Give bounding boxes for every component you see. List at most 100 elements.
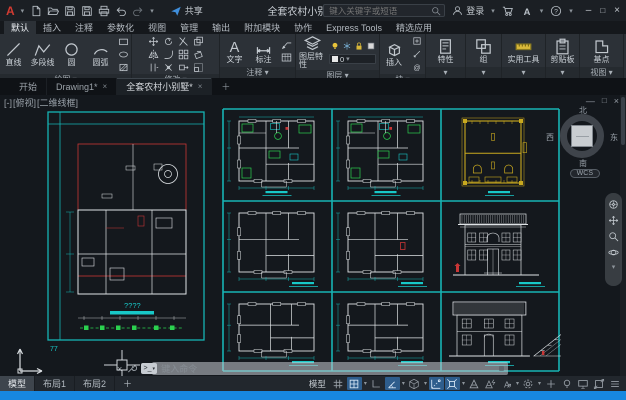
close-tab-icon[interactable]: × [103,82,108,91]
app-menu-caret-icon[interactable]: ▾ [21,7,25,15]
command-input[interactable]: 键入命令 [161,362,197,375]
doc-minimize-button[interactable]: — [586,96,595,106]
status-osnap-icon[interactable] [445,377,460,390]
panel-label-layers[interactable]: 图层 ▾ [296,70,379,78]
help-caret-icon[interactable]: ▾ [569,7,573,15]
tool-插入[interactable]: 插入 [381,41,407,67]
tool-ellipse-icon[interactable] [117,48,131,60]
status-snap-caret-icon[interactable]: ▾ [364,380,367,387]
status-isolate-icon[interactable] [559,377,574,390]
viewport-control-0[interactable]: [-] [4,98,12,108]
modify-rotate-icon[interactable] [161,35,175,47]
panel-label-clipboard[interactable]: ▾ [546,67,579,78]
status-customize-icon[interactable] [607,377,622,390]
status-isodraft-caret-icon[interactable]: ▾ [424,380,427,387]
status-osnap-caret-icon[interactable]: ▾ [462,380,465,387]
model-space-toggle[interactable]: 模型 [305,378,330,390]
viewport-control-1[interactable]: [俯视] [13,98,36,108]
tool-实用工具[interactable]: 实用工具 [508,38,540,64]
modify-explode-icon[interactable] [161,61,175,73]
status-grid-icon[interactable] [331,377,346,390]
viewcube-west-label[interactable]: 西 [546,132,554,143]
layer-select[interactable]: 0▾ [329,54,376,64]
more-icon[interactable]: ▾ [612,263,616,271]
modify-fillet-icon[interactable] [161,48,175,60]
app-logo-icon[interactable]: A [6,5,15,17]
help-icon[interactable]: ? [550,5,562,17]
tool-leader-icon[interactable] [280,38,294,50]
view-cube-face[interactable] [571,125,593,147]
cart-icon[interactable] [502,5,514,17]
panel-label-utilities[interactable]: ▾ [502,67,545,78]
modify-scale-icon[interactable] [191,61,205,73]
sign-in-caret-icon[interactable]: ▾ [491,7,495,15]
close-tab-icon[interactable]: × [198,82,203,91]
tool-圆[interactable]: 圆 [59,41,85,67]
sign-in-button[interactable]: 登录 [452,4,484,17]
tool-多段线[interactable]: 多段线 [30,41,56,67]
file-tab[interactable]: 开始 [10,78,47,95]
qat-caret-icon[interactable]: ▾ [150,7,154,15]
share-button[interactable]: 共享 [170,4,203,17]
status-graphics-icon[interactable] [575,377,590,390]
modify-mirror-icon[interactable] [146,48,160,60]
tool-基点[interactable]: 基点 [589,38,615,64]
search-input[interactable] [327,5,431,17]
ribbon-tab-附加模块[interactable]: 附加模块 [237,21,287,34]
tool-hatch-icon[interactable] [117,61,131,73]
viewcube-east-label[interactable]: 东 [610,132,618,143]
redo-icon[interactable] [132,5,144,17]
layout-tab-模型[interactable]: 模型 [0,376,35,391]
panel-label-groups[interactable]: ▾ [466,67,501,78]
save-icon[interactable] [64,5,76,17]
block-attrib-icon[interactable]: @ [410,61,424,73]
status-annotation-visibility-icon[interactable] [467,377,482,390]
file-tab[interactable]: Drawing1*× [47,78,117,95]
close-button[interactable]: × [614,5,620,16]
maximize-button[interactable]: □ [600,6,605,15]
tool-图层特性[interactable]: 图层特性 [299,35,326,69]
layer-lock[interactable] [353,40,364,52]
status-annotation-scale-icon[interactable]: A [499,377,514,390]
layout-tab-布局2[interactable]: 布局2 [75,376,115,391]
tool-标注[interactable]: 标注 [251,38,277,64]
status-annotation-scale-caret-icon[interactable]: ▾ [516,380,519,387]
tool-圆弧[interactable]: 圆弧 [88,41,114,67]
status-isodraft-icon[interactable] [407,377,422,390]
new-layout-button[interactable]: ＋ [115,376,140,391]
layout-tab-布局1[interactable]: 布局1 [35,376,75,391]
doc-close-button[interactable]: × [614,96,619,106]
modify-erase-icon[interactable] [191,48,205,60]
save-as-icon[interactable] [81,5,93,17]
modify-move-icon[interactable] [146,35,160,47]
search-icon[interactable] [431,6,441,16]
search-box[interactable] [323,4,445,17]
status-workspace-icon[interactable] [521,377,536,390]
tool-table-icon[interactable] [280,51,294,63]
ribbon-tab-注释[interactable]: 注释 [68,21,100,34]
ribbon-tab-协作[interactable]: 协作 [287,21,319,34]
view-cube[interactable]: 北 南 西 东 [555,109,609,163]
tool-rectangle-icon[interactable] [117,35,131,47]
viewcube-north-label[interactable]: 北 [579,105,587,116]
modify-array-icon[interactable] [176,48,190,60]
block-edit-icon[interactable] [410,48,424,60]
status-ortho-icon[interactable] [369,377,384,390]
tool-剪贴板[interactable]: 剪贴板 [550,38,576,64]
ribbon-tab-精选应用[interactable]: 精选应用 [389,21,439,34]
file-tab[interactable]: 全套农村小别墅*× [117,78,212,95]
status-polar-icon[interactable] [385,377,400,390]
ribbon-tab-管理[interactable]: 管理 [173,21,205,34]
open-folder-icon[interactable] [47,5,59,17]
ribbon-tab-视图[interactable]: 视图 [141,21,173,34]
status-clean-screen-icon[interactable] [591,377,606,390]
modify-stretch-icon[interactable] [176,61,190,73]
block-create-icon[interactable] [410,35,424,47]
new-drawing-tab-button[interactable]: ＋ [212,78,239,95]
zoom-icon[interactable] [608,231,619,242]
app-store-caret-icon[interactable]: ▾ [540,7,544,15]
layer-bulb[interactable] [329,40,340,52]
status-workspace-caret-icon[interactable]: ▾ [538,380,541,387]
wheel-icon[interactable] [608,199,619,210]
ribbon-tab-默认[interactable]: 默认 [4,21,36,34]
